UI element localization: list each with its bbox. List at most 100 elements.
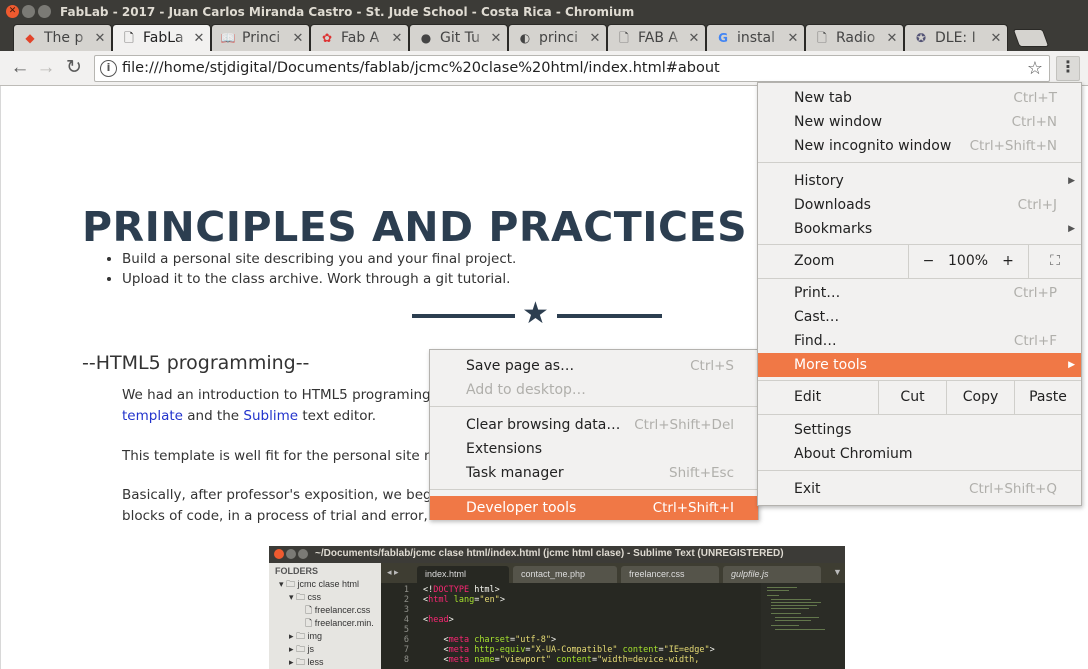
menu-item-developer-tools[interactable]: Developer tools Ctrl+Shift+I: [430, 496, 758, 520]
menu-item-downloads[interactable]: Downloads Ctrl+J: [758, 193, 1081, 217]
tab-2[interactable]: 📖 Princi ✕: [211, 24, 310, 51]
window-maximize-button[interactable]: [38, 5, 51, 18]
template-link[interactable]: template: [122, 408, 183, 424]
close-icon[interactable]: ✕: [390, 31, 404, 46]
menu-item-shortcut: Ctrl+Shift+N: [969, 138, 1057, 154]
window-minimize-button[interactable]: [22, 5, 35, 18]
bookmark-star-icon[interactable]: ☆: [1027, 58, 1043, 79]
tree-item: 🗋 freelancer.css: [305, 605, 371, 615]
menu-item-label: New incognito window: [794, 138, 952, 154]
close-icon[interactable]: ✕: [93, 31, 107, 46]
menu-item-new-window[interactable]: New window Ctrl+N: [758, 110, 1081, 134]
tab-label: Git Tu: [440, 30, 480, 46]
menu-item-extensions[interactable]: Extensions: [430, 437, 758, 461]
close-icon[interactable]: ✕: [885, 31, 899, 46]
menu-item-shortcut: Ctrl+J: [1017, 197, 1057, 213]
gitlab-icon: ◆: [25, 31, 35, 45]
tab-6[interactable]: 🗋 FAB A ✕: [607, 24, 706, 51]
tab-nav-arrows-icon: ◂ ▸: [387, 567, 399, 577]
back-button[interactable]: ←: [9, 57, 31, 79]
folders-label: FOLDERS: [275, 566, 319, 576]
close-icon[interactable]: ✕: [291, 31, 305, 46]
tab-7[interactable]: G instal ✕: [706, 24, 805, 51]
menu-item-new-tab[interactable]: New tab Ctrl+T: [758, 86, 1081, 110]
menu-item-label: Add to desktop…: [466, 382, 586, 398]
menu-separator: [430, 406, 758, 407]
window-close-button[interactable]: ✕: [6, 5, 19, 18]
cut-button[interactable]: Cut: [878, 380, 946, 414]
chrome-menu-button[interactable]: ⋮: [1056, 56, 1080, 81]
menu-item-bookmarks[interactable]: Bookmarks ▶: [758, 217, 1081, 241]
tab-0[interactable]: ◆ The p ✕: [13, 24, 112, 51]
new-tab-button[interactable]: [1012, 29, 1050, 47]
menu-item-about-chromium[interactable]: About Chromium: [758, 442, 1081, 466]
tab-label: Radio: [836, 30, 876, 46]
info-icon[interactable]: i: [100, 60, 117, 77]
menu-item-label: Extensions: [466, 441, 543, 457]
close-icon[interactable]: ✕: [588, 31, 602, 46]
paragraph-2: This template is well fit for the person…: [122, 448, 475, 464]
paste-button[interactable]: Paste: [1014, 380, 1081, 414]
menu-item-new-incognito-window[interactable]: New incognito window Ctrl+Shift+N: [758, 134, 1081, 158]
line-number: 7: [403, 645, 409, 655]
menu-item-more-tools[interactable]: More tools ▶: [758, 353, 1081, 377]
star-icon: ★: [522, 297, 549, 330]
tab-label: FabLa: [143, 30, 184, 46]
reload-button[interactable]: ↻: [63, 57, 85, 79]
close-icon[interactable]: ✕: [786, 31, 800, 46]
code-line: <meta charset="utf-8">: [423, 635, 557, 645]
menu-item-cast[interactable]: Cast…: [758, 305, 1081, 329]
line-number: 4: [403, 615, 409, 625]
sublime-window-controls: [274, 549, 308, 559]
menu-item-exit[interactable]: Exit Ctrl+Shift+Q: [758, 477, 1081, 501]
list-item: Build a personal site describing you and…: [122, 249, 516, 269]
menu-item-shortcut: Ctrl+P: [1013, 285, 1057, 301]
menu-item-find[interactable]: Find… Ctrl+F: [758, 329, 1081, 353]
tab-1[interactable]: 🗋 FabLa ✕: [112, 24, 211, 51]
tab-3[interactable]: ✿ Fab A ✕: [310, 24, 409, 51]
sublime-screenshot: ~/Documents/fablab/jcmc clase html/index…: [269, 546, 845, 669]
sublime-link[interactable]: Sublime: [243, 408, 298, 424]
menu-item-save-page[interactable]: Save page as… Ctrl+S: [430, 354, 758, 378]
menu-item-label: New window: [794, 114, 883, 130]
menu-item-shortcut: Ctrl+F: [1013, 333, 1057, 349]
url-text[interactable]: file:///home/stjdigital/Documents/fablab…: [122, 60, 720, 76]
tab-5[interactable]: ◐ princi ✕: [508, 24, 607, 51]
rae-icon: ✪: [915, 31, 927, 45]
menu-separator: [758, 162, 1081, 163]
menu-item-print[interactable]: Print… Ctrl+P: [758, 281, 1081, 305]
sublime-sidebar: FOLDERS ▾ 🗀 jcmc clase html ▾ 🗀 css 🗋 fr…: [269, 563, 381, 669]
paragraph-text: and the: [182, 408, 244, 424]
zoom-out-button[interactable]: −: [908, 244, 948, 278]
submenu-arrow-icon: ▶: [1068, 176, 1075, 186]
close-icon[interactable]: ✕: [192, 31, 206, 46]
forward-button[interactable]: →: [35, 57, 57, 79]
close-icon[interactable]: ✕: [489, 31, 503, 46]
section-title: --HTML5 programming--: [82, 352, 310, 374]
menu-item-task-manager[interactable]: Task manager Shift+Esc: [430, 461, 758, 485]
menu-item-history[interactable]: History ▶: [758, 169, 1081, 193]
sublime-title: ~/Documents/fablab/jcmc clase html/index…: [315, 548, 784, 559]
more-tools-submenu: Save page as… Ctrl+S Add to desktop… Cle…: [429, 349, 759, 520]
menu-separator: [430, 489, 758, 490]
tab-9[interactable]: ✪ DLE: I ✕: [904, 24, 1008, 51]
menu-item-shortcut: Ctrl+N: [1011, 114, 1057, 130]
google-icon: G: [718, 31, 728, 45]
menu-item-label: Save page as…: [466, 358, 575, 374]
copy-button[interactable]: Copy: [946, 380, 1014, 414]
tab-4[interactable]: ● Git Tu ✕: [409, 24, 508, 51]
close-icon[interactable]: ✕: [989, 31, 1003, 46]
address-bar[interactable]: i file:///home/stjdigital/Documents/fabl…: [94, 55, 1050, 82]
paragraph-text: text editor.: [298, 408, 377, 424]
fullscreen-icon[interactable]: ⛶: [1028, 244, 1081, 278]
menu-item-clear-browsing-data[interactable]: Clear browsing data… Ctrl+Shift+Del: [430, 413, 758, 437]
code-line: <head>: [423, 615, 454, 625]
line-number: 8: [403, 655, 409, 665]
sublime-tabs: ◂ ▸ index.html contact_me.php freelancer…: [381, 563, 845, 583]
close-icon[interactable]: ✕: [687, 31, 701, 46]
menu-item-label: Exit: [794, 481, 821, 497]
zoom-in-button[interactable]: +: [988, 244, 1028, 278]
sublime-minimap: [761, 583, 845, 669]
tab-8[interactable]: 🗋 Radio ✕: [805, 24, 904, 51]
menu-item-settings[interactable]: Settings: [758, 418, 1081, 442]
